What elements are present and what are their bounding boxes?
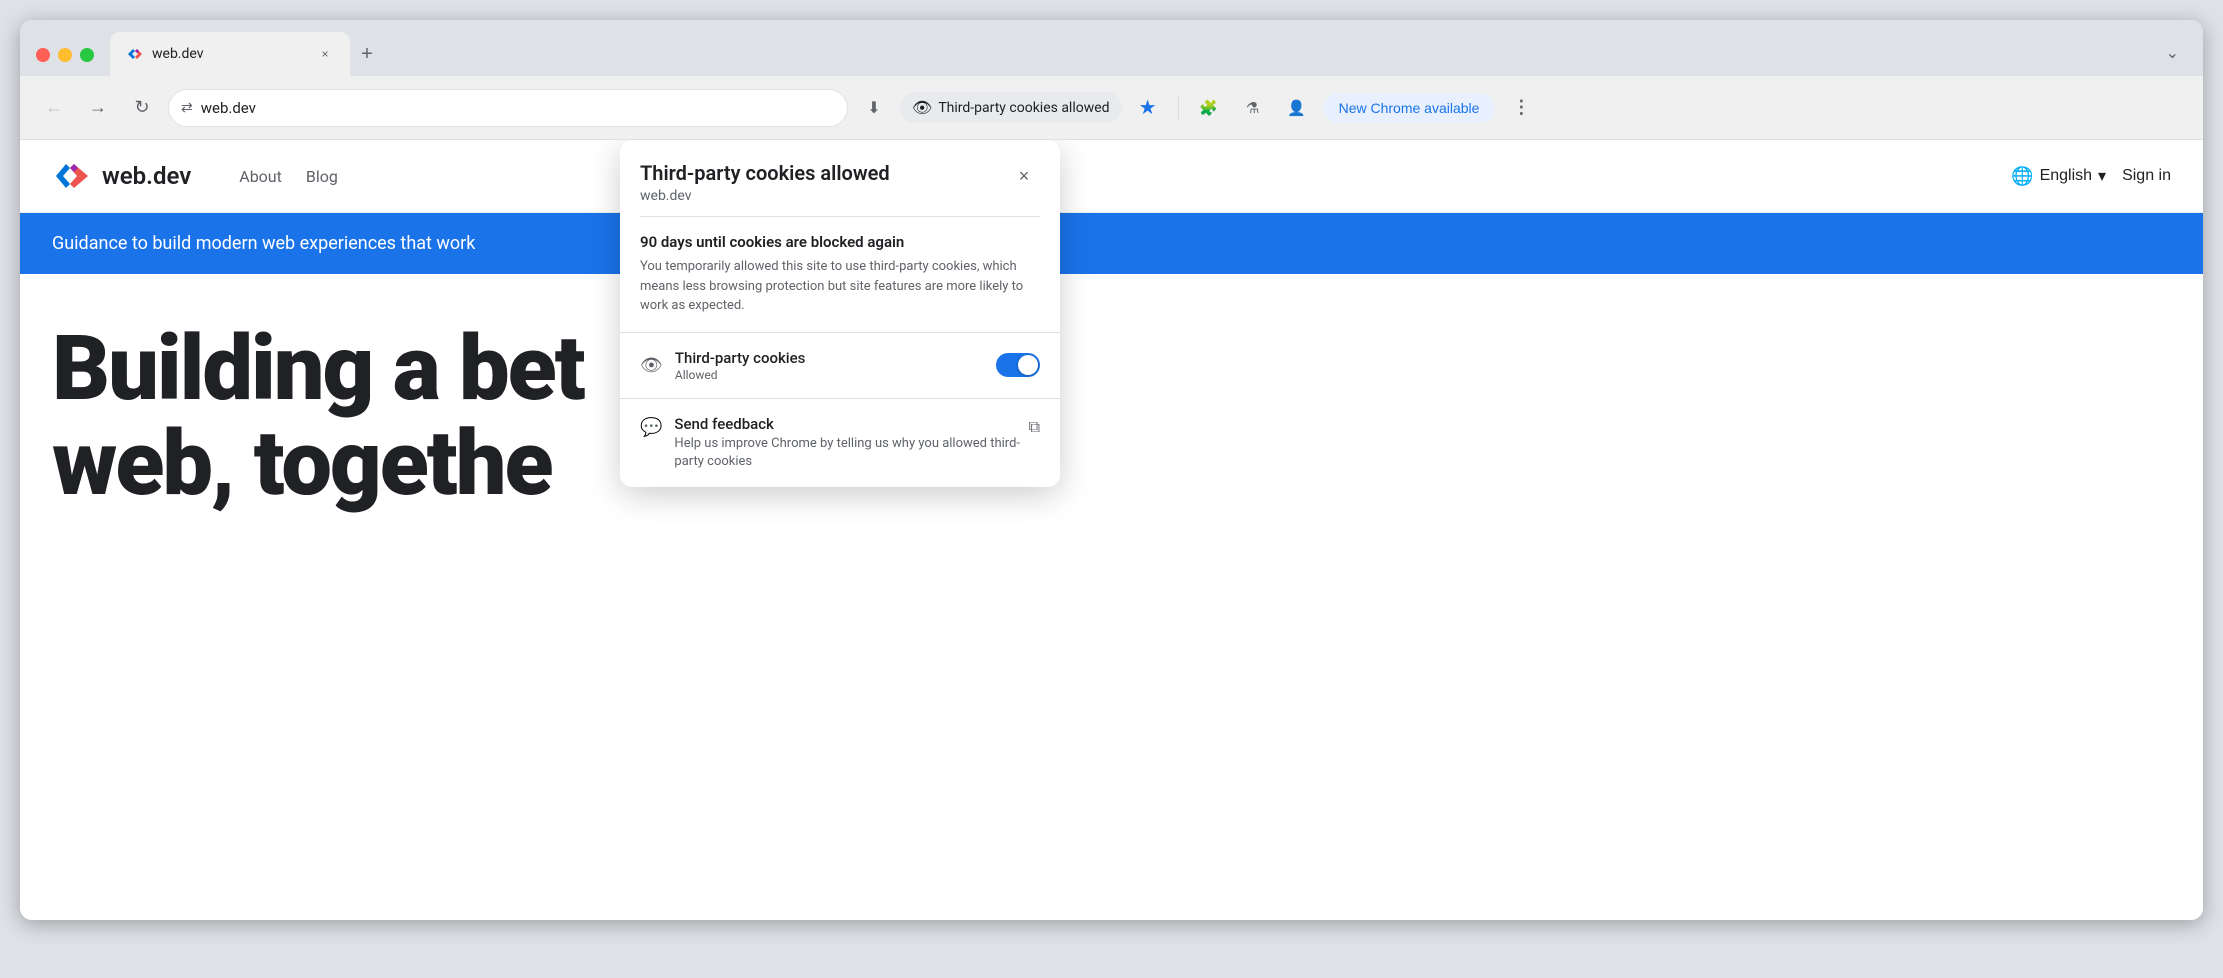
- popup-header: Third-party cookies allowed web.dev ×: [620, 140, 1060, 216]
- person-icon: 👤: [1287, 99, 1306, 117]
- back-button[interactable]: ←: [36, 90, 72, 126]
- reload-icon: ↻: [134, 97, 149, 118]
- minimize-window-button[interactable]: [58, 48, 72, 62]
- more-options-icon: ⋮: [1512, 97, 1530, 118]
- feedback-label: Send feedback: [674, 415, 1028, 433]
- address-url-text: web.dev: [201, 99, 835, 117]
- popup-title-group: Third-party cookies allowed web.dev: [640, 160, 890, 204]
- popup-cookies-row: 👁 Third-party cookies Allowed: [620, 332, 1060, 398]
- cookie-eye-icon: 👁: [912, 98, 932, 117]
- nav-divider-1: [1178, 96, 1179, 120]
- hero-line-1: Building a bet: [52, 322, 2171, 417]
- toggle-thumb: [1018, 355, 1038, 375]
- hero-section: Building a bet web, togethe: [20, 274, 2203, 559]
- address-bar[interactable]: ⇄ web.dev: [168, 89, 848, 127]
- popup-close-button[interactable]: ×: [1008, 160, 1040, 192]
- feedback-comment-icon: 💬: [640, 417, 662, 438]
- blue-banner: Guidance to build modern web experiences…: [20, 213, 2203, 274]
- nav-item-about[interactable]: About: [239, 167, 282, 186]
- popup-feedback-row[interactable]: 💬 Send feedback Help us improve Chrome b…: [620, 398, 1060, 487]
- cookies-row-labels: Third-party cookies Allowed: [675, 349, 806, 382]
- globe-icon: 🌐: [2011, 166, 2033, 187]
- download-button[interactable]: ⬇: [856, 90, 892, 126]
- cookies-toggle[interactable]: [996, 353, 1040, 377]
- star-icon: ★: [1139, 95, 1157, 120]
- bookmark-button[interactable]: ★: [1130, 90, 1166, 126]
- popup-subtitle: web.dev: [640, 188, 890, 204]
- cookie-badge-text: Third-party cookies allowed: [938, 100, 1109, 116]
- cookies-row-label: Third-party cookies: [675, 349, 806, 367]
- tab-list-chevron-icon[interactable]: ⌄: [2158, 39, 2187, 66]
- tab-end-area: ⌄: [2158, 39, 2187, 76]
- extensions-button[interactable]: 🧩: [1191, 90, 1227, 126]
- popup-info-text: You temporarily allowed this site to use…: [640, 257, 1040, 316]
- language-dropdown-icon: ▾: [2098, 166, 2106, 186]
- tab-close-button[interactable]: ×: [316, 45, 334, 63]
- reload-button[interactable]: ↻: [124, 90, 160, 126]
- extensions-icon: 🧩: [1199, 99, 1218, 117]
- maximize-window-button[interactable]: [80, 48, 94, 62]
- tab-favicon-icon: [126, 45, 144, 63]
- language-text: English: [2040, 167, 2092, 185]
- popup-info-title: 90 days until cookies are blocked again: [640, 233, 1040, 251]
- tab-bar: web.dev × + ⌄: [20, 20, 2203, 76]
- hero-line-2: web, togethe: [52, 417, 2171, 512]
- popup-info-section: 90 days until cookies are blocked again …: [620, 217, 1060, 332]
- new-chrome-button[interactable]: New Chrome available: [1323, 93, 1496, 123]
- close-window-button[interactable]: [36, 48, 50, 62]
- new-tab-button[interactable]: +: [350, 37, 384, 71]
- language-button[interactable]: 🌐 English ▾: [2011, 166, 2106, 187]
- address-security-icon: ⇄: [181, 100, 193, 116]
- site-header: web.dev About Blog 🌐 English ▾ Sign in: [20, 140, 2203, 213]
- download-icon: ⬇: [867, 98, 880, 118]
- cookies-eye-icon: 👁: [640, 355, 663, 376]
- lab-icon: ⚗: [1246, 99, 1259, 117]
- site-logo-text: web.dev: [102, 162, 191, 190]
- hero-title: Building a bet web, togethe: [52, 322, 2171, 511]
- site-header-right: 🌐 English ▾ Sign in: [2011, 166, 2171, 187]
- browser-window: web.dev × + ⌄ ← → ↻ ⇄ web.dev ⬇ 👁 Third-: [20, 20, 2203, 920]
- site-logo-icon: [52, 156, 92, 196]
- banner-text: Guidance to build modern web experiences…: [52, 233, 475, 254]
- lab-button[interactable]: ⚗: [1235, 90, 1271, 126]
- external-link-icon: ⧉: [1029, 417, 1040, 437]
- cookie-nav-badge[interactable]: 👁 Third-party cookies allowed: [900, 92, 1122, 123]
- site-logo[interactable]: web.dev: [52, 156, 191, 196]
- new-chrome-text: New Chrome available: [1339, 100, 1480, 116]
- popup-feedback-left: 💬 Send feedback Help us improve Chrome b…: [640, 415, 1029, 471]
- popup-cookies-row-left: 👁 Third-party cookies Allowed: [640, 349, 805, 382]
- feedback-text-group: Send feedback Help us improve Chrome by …: [674, 415, 1028, 471]
- sign-in-button[interactable]: Sign in: [2122, 167, 2171, 185]
- forward-icon: →: [89, 97, 107, 118]
- back-icon: ←: [45, 97, 63, 118]
- window-controls: [36, 48, 94, 76]
- active-tab[interactable]: web.dev ×: [110, 32, 350, 76]
- site-nav: About Blog: [239, 167, 338, 186]
- page-content: web.dev About Blog 🌐 English ▾ Sign in G…: [20, 140, 2203, 920]
- navigation-bar: ← → ↻ ⇄ web.dev ⬇ 👁 Third-party cookies …: [20, 76, 2203, 140]
- nav-item-blog[interactable]: Blog: [306, 167, 338, 186]
- more-options-button[interactable]: ⋮: [1503, 90, 1539, 126]
- tab-title-text: web.dev: [152, 46, 308, 62]
- cookies-row-sublabel: Allowed: [675, 368, 806, 382]
- popup-title: Third-party cookies allowed: [640, 160, 890, 186]
- profile-button[interactable]: 👤: [1279, 90, 1315, 126]
- cookie-popup: Third-party cookies allowed web.dev × 90…: [620, 140, 1060, 487]
- forward-button[interactable]: →: [80, 90, 116, 126]
- feedback-description: Help us improve Chrome by telling us why…: [674, 435, 1028, 471]
